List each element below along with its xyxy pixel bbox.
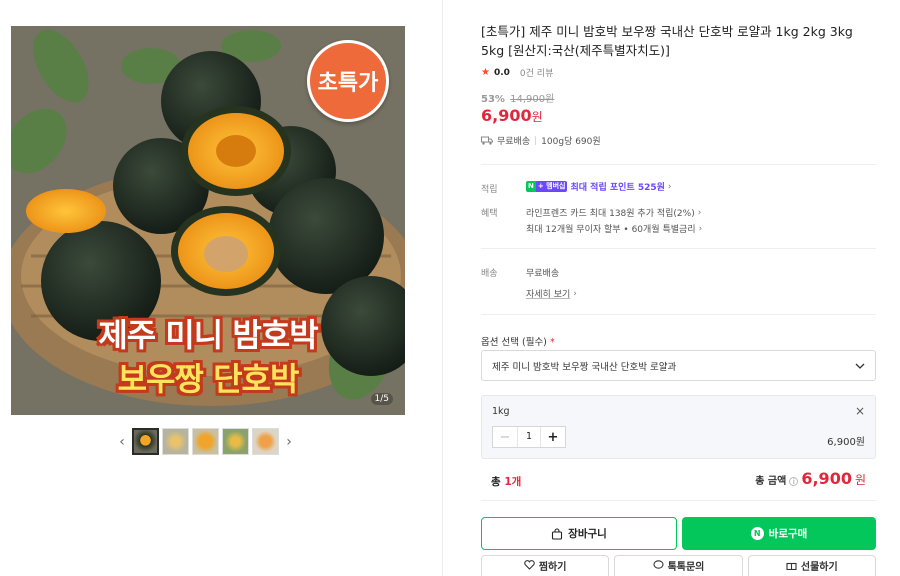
selected-option-box: 1kg × − 1 + 6,900원 — [481, 395, 876, 459]
option-select[interactable]: 제주 미니 밤호박 보우짱 국내산 단호박 로얄과 — [481, 350, 876, 381]
image-counter: 1/5 — [370, 393, 393, 405]
npay-membership-badge: N + 멤버십 — [526, 181, 568, 192]
heart-icon — [524, 560, 535, 570]
review-count: 0건 리뷰 — [519, 69, 554, 79]
selected-option-name: 1kg — [492, 406, 510, 417]
divider-4 — [481, 500, 876, 501]
image-title-line2: 보우짱 단호박 — [117, 360, 300, 398]
add-to-cart-button[interactable]: 장바구니 — [481, 517, 677, 550]
free-shipping-text: 무료배송 — [497, 137, 531, 147]
gift-button[interactable]: 선물하기 — [747, 555, 876, 576]
buy-now-button[interactable]: N 바로구매 — [682, 517, 876, 550]
rating-row[interactable]: ★ 0.0 0건 리뷰 — [481, 66, 553, 79]
delivery-label: 배송 — [481, 269, 498, 279]
option-label: 옵션 선택 (필수) * — [481, 337, 555, 348]
thumb-prev-arrow-icon[interactable]: ‹ — [115, 434, 129, 450]
quantity-input[interactable]: 1 — [517, 427, 541, 447]
chevron-down-icon — [855, 363, 865, 369]
talk-inquiry-button[interactable]: 톡톡문의 — [614, 555, 743, 576]
secondary-buttons: 찜하기 톡톡문의 선물하기 — [481, 555, 876, 576]
product-title: [초특가] 제주 미니 밤호박 보우짱 국내산 단호박 로얄과 1kg 2kg … — [481, 24, 853, 58]
divider-3 — [481, 314, 876, 315]
discount-percent: 53% — [481, 94, 505, 105]
wish-button[interactable]: 찜하기 — [481, 555, 610, 576]
thumbnail-5[interactable] — [252, 428, 279, 455]
benefit-installment-text: 최대 12개월 무이자 할부 • 60개월 특별금리 — [526, 225, 696, 235]
points-label: 적립 — [481, 185, 498, 195]
unit-price: 100g당 690원 — [541, 137, 601, 147]
divider-2 — [481, 248, 876, 249]
total-count: 총 1개 — [491, 476, 522, 488]
quantity-plus-button[interactable]: + — [541, 427, 565, 447]
sale-price-unit: 원 — [531, 110, 543, 124]
delivery-detail-link[interactable]: 자세히 보기 › — [526, 287, 577, 301]
total-amount: 총 금액 i 6,900 원 — [755, 469, 866, 488]
thumb-next-arrow-icon[interactable]: › — [282, 434, 296, 450]
total-amount-label: 총 금액 — [755, 476, 787, 487]
info-icon[interactable]: i — [789, 477, 799, 486]
sale-price-value: 6,900 — [481, 106, 532, 125]
rating-score: 0.0 — [493, 67, 510, 78]
close-icon[interactable]: × — [855, 404, 865, 418]
chat-bubble-icon — [653, 560, 664, 569]
benefit-label: 혜택 — [481, 209, 498, 219]
quantity-minus-button[interactable]: − — [493, 427, 517, 447]
chevron-right-icon: › — [667, 181, 672, 192]
benefit-installment-row[interactable]: 최대 12개월 무이자 할부 • 60개월 특별금리 › — [526, 222, 703, 236]
column-divider — [442, 0, 443, 576]
quantity-stepper: − 1 + — [492, 426, 566, 448]
sale-price: 6,900원 — [481, 106, 543, 125]
shopping-bag-icon — [552, 527, 563, 540]
option-selected-value: 제주 미니 밤호박 보우짱 국내산 단호박 로얄과 — [492, 361, 677, 373]
selected-option-price: 6,900원 — [827, 437, 865, 448]
benefit-card-row[interactable]: 라인프렌즈 카드 최대 138원 추가 적립(2%) › — [526, 206, 702, 220]
thumbnail-1[interactable] — [132, 428, 159, 455]
chevron-right-icon: › — [698, 223, 703, 234]
total-amount-value: 6,900 — [801, 469, 852, 488]
npay-icon: N — [750, 527, 764, 540]
gift-icon — [786, 562, 797, 570]
original-price: 14,900원 — [510, 94, 555, 105]
image-title-line1: 제주 미니 밤호박 — [98, 316, 318, 354]
divider-1 — [481, 164, 876, 165]
max-points-text: 최대 적립 포인트 525원 — [570, 183, 665, 193]
product-main-image[interactable]: 초특가 제주 미니 밤호박 보우짱 단호박 1/5 — [11, 26, 405, 415]
thumbnail-3[interactable] — [192, 428, 219, 455]
total-row: 총 1개 총 금액 i 6,900 원 — [481, 466, 876, 494]
shipping-summary: 무료배송 | 100g당 690원 — [481, 134, 601, 147]
separator: | — [534, 135, 538, 146]
total-amount-unit: 원 — [854, 473, 866, 487]
super-sale-badge: 초특가 — [307, 40, 389, 122]
chevron-right-icon: › — [697, 207, 702, 218]
points-row[interactable]: N + 멤버십 최대 적립 포인트 525원 › — [526, 180, 672, 193]
thumbnail-strip: ‹ › — [115, 428, 296, 455]
thumbnail-4[interactable] — [222, 428, 249, 455]
required-mark: * — [549, 337, 555, 348]
truck-icon — [481, 136, 493, 145]
purchase-buttons: 장바구니 N 바로구매 — [481, 517, 876, 550]
chevron-right-icon: › — [573, 288, 577, 299]
discount-row: 53% 14,900원 — [481, 90, 554, 105]
thumbnail-2[interactable] — [162, 428, 189, 455]
delivery-value: 무료배송 — [526, 269, 560, 279]
benefit-card-text: 라인프렌즈 카드 최대 138원 추가 적립(2%) — [526, 209, 695, 219]
star-icon: ★ — [481, 67, 490, 78]
